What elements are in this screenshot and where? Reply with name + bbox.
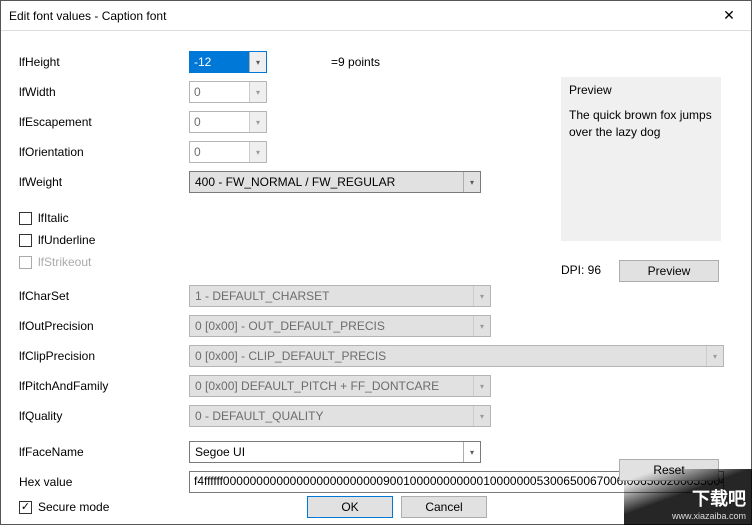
lfquality-combo[interactable]: 0 - DEFAULT_QUALITY ▾ <box>189 405 491 427</box>
dpi-label: DPI: 96 <box>561 263 601 277</box>
lffacename-combo[interactable]: Segoe UI ▾ <box>189 441 481 463</box>
chevron-down-icon[interactable]: ▾ <box>706 346 723 366</box>
label-lffacename: lfFaceName <box>19 445 189 459</box>
label-lfstrikeout: lfStrikeout <box>38 255 91 269</box>
lfwidth-input[interactable]: 0 ▾ <box>189 81 267 103</box>
lfheight-input[interactable]: -12 ▾ <box>189 51 267 73</box>
lfheight-points: =9 points <box>331 55 380 69</box>
check-icon: ✓ <box>21 502 30 513</box>
chevron-down-icon[interactable]: ▾ <box>473 286 490 306</box>
label-lfcharset: lfCharSet <box>19 289 189 303</box>
lfweight-combo[interactable]: 400 - FW_NORMAL / FW_REGULAR ▾ <box>189 171 481 193</box>
label-lfpitchandfamily: lfPitchAndFamily <box>19 379 189 393</box>
lfoutprecision-combo[interactable]: 0 [0x00] - OUT_DEFAULT_PRECIS ▾ <box>189 315 491 337</box>
chevron-down-icon[interactable]: ▾ <box>463 442 480 462</box>
secure-mode-label: Secure mode <box>38 500 109 514</box>
lfitalic-checkbox[interactable] <box>19 212 32 225</box>
chevron-down-icon[interactable]: ▾ <box>473 316 490 336</box>
window-title: Edit font values - Caption font <box>9 9 707 23</box>
lfstrikeout-checkbox <box>19 256 32 269</box>
lforientation-input[interactable]: 0 ▾ <box>189 141 267 163</box>
lfpitchandfamily-combo[interactable]: 0 [0x00] DEFAULT_PITCH + FF_DONTCARE ▾ <box>189 375 491 397</box>
label-lfweight: lfWeight <box>19 175 189 189</box>
label-lforientation: lfOrientation <box>19 145 189 159</box>
preview-panel: Preview The quick brown fox jumps over t… <box>561 77 721 241</box>
label-lfheight: lfHeight <box>19 55 189 69</box>
ok-button[interactable]: OK <box>307 496 393 518</box>
lfunderline-checkbox[interactable] <box>19 234 32 247</box>
chevron-down-icon[interactable]: ▾ <box>249 142 266 162</box>
chevron-down-icon[interactable]: ▾ <box>249 112 266 132</box>
label-lfclipprecision: lfClipPrecision <box>19 349 189 363</box>
preview-title: Preview <box>569 83 713 97</box>
titlebar: Edit font values - Caption font ✕ <box>1 1 751 31</box>
preview-button[interactable]: Preview <box>619 260 719 282</box>
chevron-down-icon[interactable]: ▾ <box>473 376 490 396</box>
chevron-down-icon[interactable]: ▾ <box>463 172 480 192</box>
lfclipprecision-combo[interactable]: 0 [0x00] - CLIP_DEFAULT_PRECIS ▾ <box>189 345 724 367</box>
cancel-button[interactable]: Cancel <box>401 496 487 518</box>
label-lfunderline: lfUnderline <box>38 233 95 247</box>
secure-mode-checkbox[interactable]: ✓ <box>19 501 32 514</box>
preview-text: The quick brown fox jumps over the lazy … <box>569 107 713 141</box>
label-lfquality: lfQuality <box>19 409 189 423</box>
label-lfescapement: lfEscapement <box>19 115 189 129</box>
lfcharset-combo[interactable]: 1 - DEFAULT_CHARSET ▾ <box>189 285 491 307</box>
chevron-down-icon[interactable]: ▾ <box>473 406 490 426</box>
label-lfoutprecision: lfOutPrecision <box>19 319 189 333</box>
close-icon[interactable]: ✕ <box>707 1 751 31</box>
reset-button[interactable]: Reset <box>619 459 719 481</box>
lfescapement-input[interactable]: 0 ▾ <box>189 111 267 133</box>
chevron-down-icon[interactable]: ▾ <box>249 82 266 102</box>
label-hexvalue: Hex value <box>19 475 189 489</box>
label-lfitalic: lfItalic <box>38 211 69 225</box>
chevron-down-icon[interactable]: ▾ <box>249 52 266 72</box>
label-lfwidth: lfWidth <box>19 85 189 99</box>
